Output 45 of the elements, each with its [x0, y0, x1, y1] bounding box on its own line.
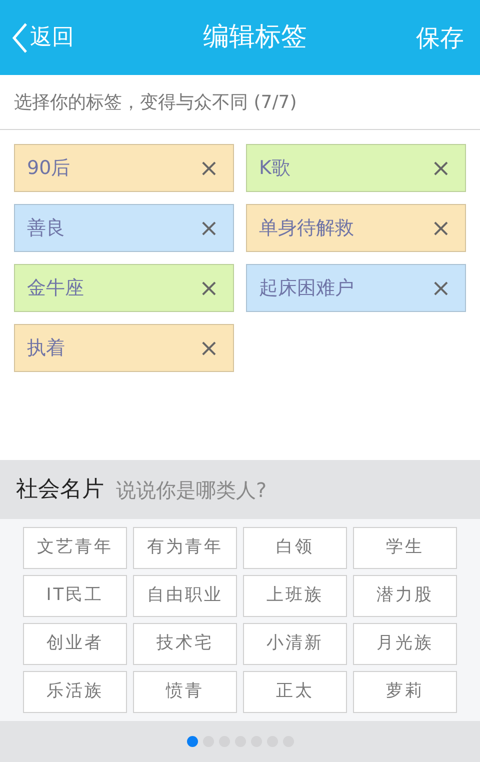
remove-tag-button[interactable]: × — [198, 216, 219, 240]
option-button[interactable]: 正太 — [243, 671, 347, 713]
save-button[interactable]: 保存 — [416, 20, 464, 56]
section-title: 社会名片 — [16, 476, 104, 504]
option-button[interactable]: 自由职业 — [133, 575, 237, 617]
hint-text: 选择你的标签，变得与众不同 (7/7) — [0, 75, 480, 130]
option-button[interactable]: 技术宅 — [133, 623, 237, 665]
tag-chip[interactable]: K歌 × — [246, 144, 466, 192]
remove-tag-button[interactable]: × — [198, 156, 219, 180]
tag-chip[interactable]: 善良 × — [14, 204, 234, 252]
tag-label: 单身待解救 — [259, 216, 354, 241]
option-button[interactable]: 有为青年 — [133, 527, 237, 569]
remove-tag-button[interactable]: × — [430, 216, 451, 240]
tag-chip[interactable]: 金牛座 × — [14, 264, 234, 312]
option-button[interactable]: 乐活族 — [23, 671, 127, 713]
remove-tag-button[interactable]: × — [198, 336, 219, 360]
remove-tag-button[interactable]: × — [430, 276, 451, 300]
tag-chip[interactable]: 起床困难户 × — [246, 264, 466, 312]
option-button[interactable]: 潜力股 — [353, 575, 457, 617]
tag-label: 善良 — [27, 216, 65, 241]
tag-label: 起床困难户 — [259, 276, 354, 301]
tag-chip[interactable]: 单身待解救 × — [246, 204, 466, 252]
option-button[interactable]: 月光族 — [353, 623, 457, 665]
option-button[interactable]: IT民工 — [23, 575, 127, 617]
back-button[interactable]: 返回 — [12, 21, 74, 54]
tag-chip[interactable]: 90后 × — [14, 144, 234, 192]
tag-label: 90后 — [27, 156, 70, 181]
tag-label: 金牛座 — [27, 276, 84, 301]
option-button[interactable]: 学生 — [353, 527, 457, 569]
tag-chip[interactable]: 执着 × — [14, 324, 234, 372]
option-button[interactable]: 白领 — [243, 527, 347, 569]
remove-tag-button[interactable]: × — [198, 276, 219, 300]
tag-label: 执着 — [27, 336, 65, 361]
tag-label: K歌 — [259, 156, 290, 181]
option-button[interactable]: 愤青 — [133, 671, 237, 713]
option-button[interactable]: 上班族 — [243, 575, 347, 617]
back-chevron-icon — [12, 22, 28, 52]
remove-tag-button[interactable]: × — [430, 156, 451, 180]
back-label: 返回 — [30, 24, 74, 52]
option-button[interactable]: 创业者 — [23, 623, 127, 665]
option-button[interactable]: 萝莉 — [353, 671, 457, 713]
option-button[interactable]: 文艺青年 — [23, 527, 127, 569]
option-button[interactable]: 小清新 — [243, 623, 347, 665]
page-title: 编辑标签 — [203, 21, 307, 54]
section-subtitle: 说说你是哪类人? — [116, 476, 267, 504]
